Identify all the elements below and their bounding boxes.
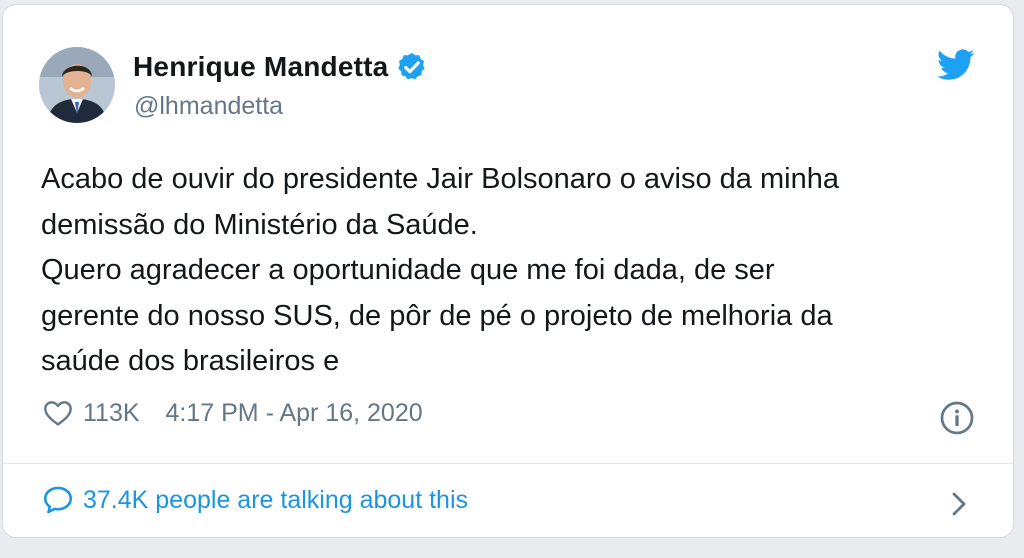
- tweet-text-line: Acabo de ouvir do presidente Jair Bolson…: [41, 163, 839, 195]
- chevron-right-icon[interactable]: [947, 489, 971, 519]
- avatar[interactable]: [39, 47, 115, 123]
- tweet-text-line: demissão do Ministério da Saúde.: [41, 208, 478, 241]
- heart-icon[interactable]: [41, 397, 75, 429]
- tweet-text-line: gerente do nosso SUS, de pôr de pé o pro…: [41, 299, 833, 332]
- author-name[interactable]: Henrique Mandetta: [133, 51, 388, 83]
- tweet-text-line: saúde dos brasileiros e: [41, 345, 340, 377]
- tweet-text: Acabo de ouvir do presidente Jair Bolson…: [41, 157, 971, 385]
- author-name-row: Henrique Mandetta: [133, 51, 428, 83]
- like-count[interactable]: 113K: [83, 399, 140, 428]
- timestamp[interactable]: 4:17 PM - Apr 16, 2020: [166, 399, 423, 428]
- conversation-text[interactable]: 37.4K people are talking about this: [83, 486, 468, 515]
- conversation-link[interactable]: 37.4K people are talking about this: [41, 483, 468, 517]
- speech-bubble-icon: [43, 486, 73, 514]
- tweet-text-line: Quero agradecer a oportunidade que me fo…: [41, 254, 775, 286]
- tweet-meta: 113K 4:17 PM - Apr 16, 2020: [41, 397, 423, 429]
- info-icon[interactable]: [939, 400, 975, 436]
- author-handle[interactable]: @lhmandetta: [134, 92, 283, 121]
- divider: [3, 463, 1013, 464]
- tweet-card[interactable]: Henrique Mandetta @lhmandetta Acabo de o…: [2, 4, 1014, 538]
- twitter-bird-icon[interactable]: [937, 49, 975, 81]
- verified-badge-icon: [398, 53, 426, 80]
